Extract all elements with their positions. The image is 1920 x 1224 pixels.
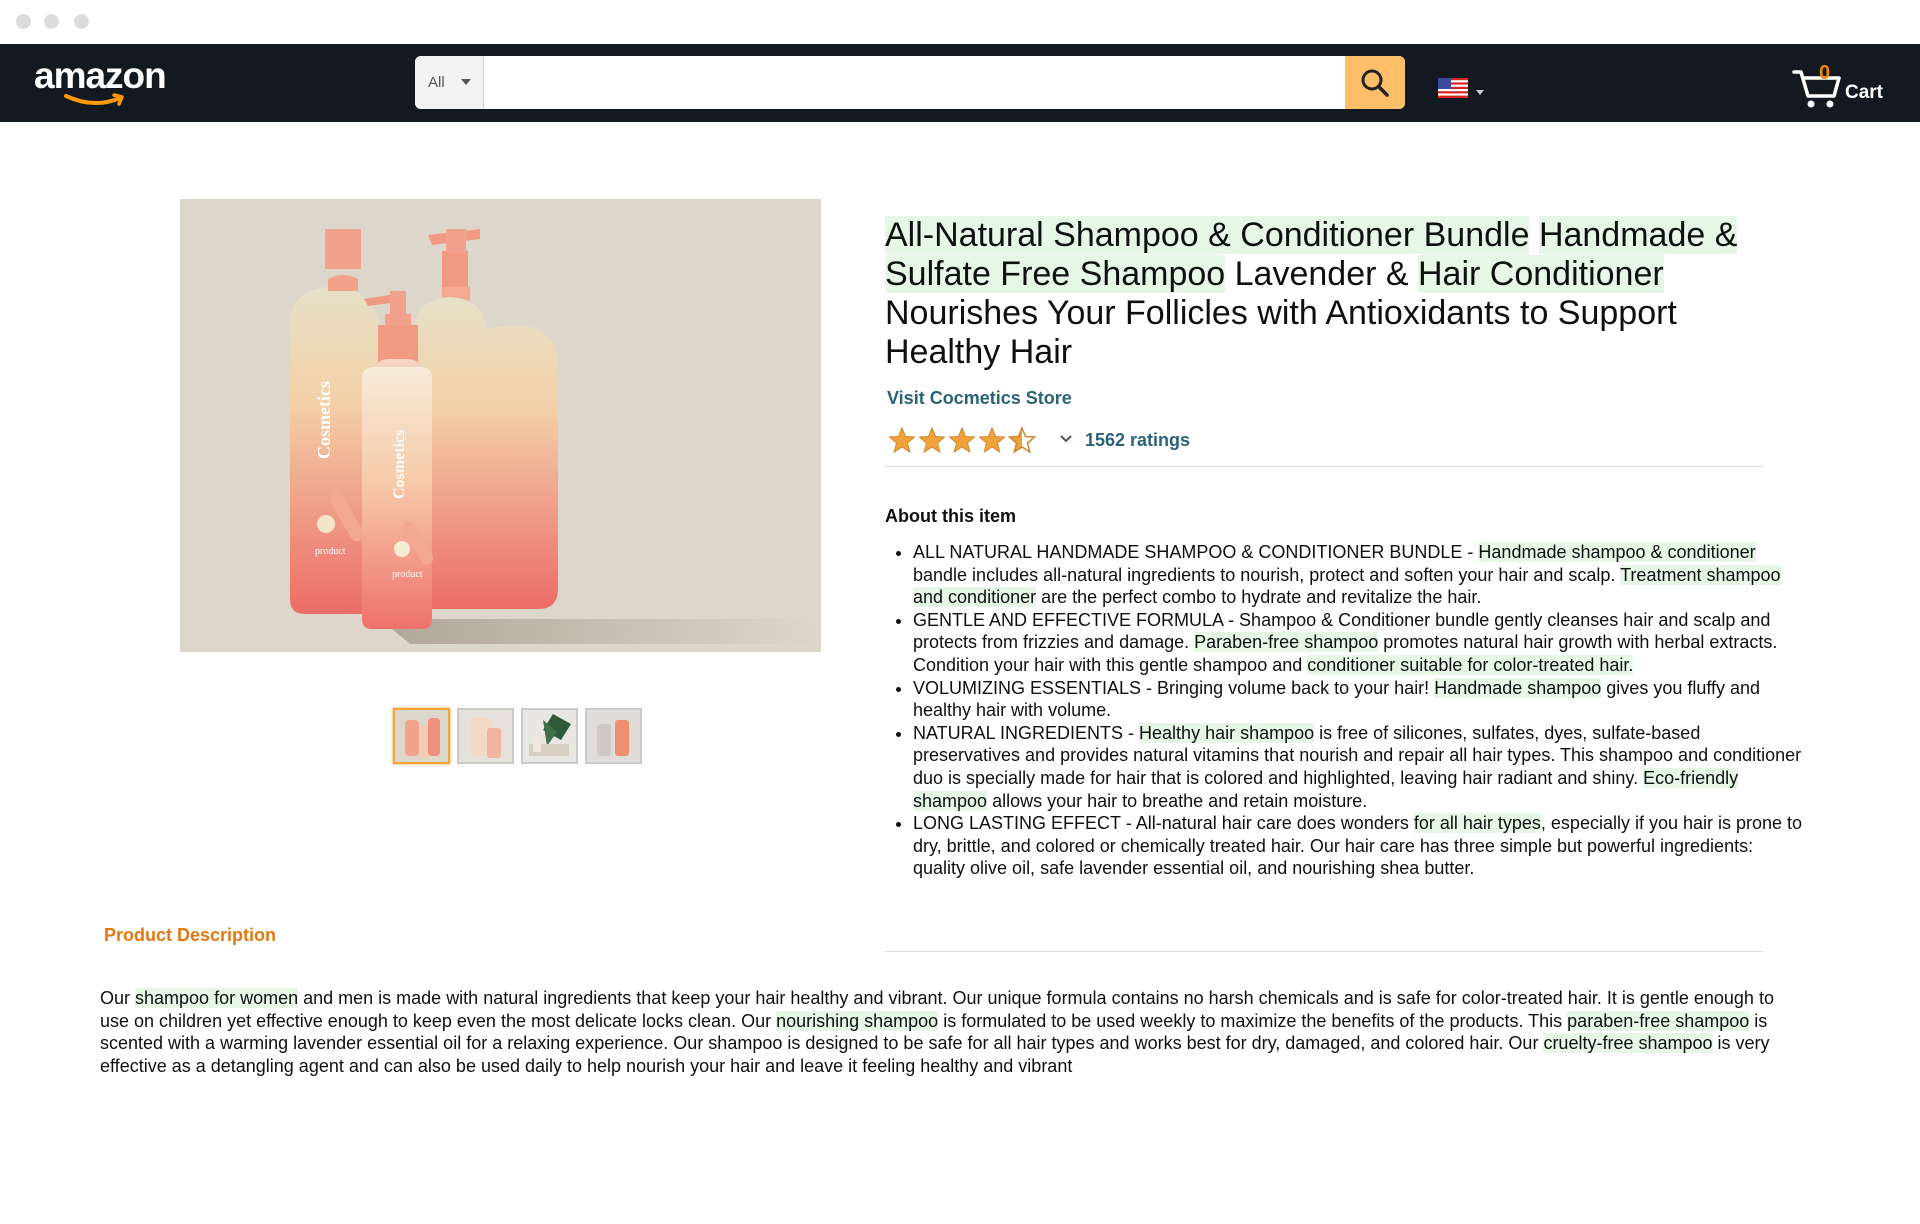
logo-text: amazon bbox=[34, 55, 167, 96]
product-main-image[interactable]: Cosmetics product Cosmetics product bbox=[180, 199, 821, 652]
top-nav-bar: amazon All 0 Cart bbox=[0, 44, 1920, 122]
window-maximize-button[interactable] bbox=[74, 14, 89, 29]
cart-label: Cart bbox=[1845, 82, 1884, 103]
title-text: Lavender & bbox=[1225, 255, 1418, 293]
list-item: ALL NATURAL HANDMADE SHAMPOO & CONDITION… bbox=[913, 541, 1810, 609]
bottle-label-text: product bbox=[315, 546, 346, 557]
visit-store-link[interactable]: Visit Cocmetics Store bbox=[887, 388, 1072, 409]
ratings-count-link[interactable]: 1562 ratings bbox=[1085, 430, 1190, 451]
thumbnail-1[interactable] bbox=[393, 708, 450, 764]
cart-count: 0 bbox=[1819, 62, 1831, 84]
us-flag-icon bbox=[1438, 78, 1468, 98]
title-text bbox=[1529, 216, 1538, 254]
cart-icon bbox=[1792, 70, 1841, 108]
title-highlight: Hair Conditioner bbox=[1418, 255, 1664, 293]
product-description-text: Our shampoo for women and men is made wi… bbox=[100, 988, 1774, 1076]
title-highlight: All-Natural Shampoo & Conditioner Bundle bbox=[885, 216, 1530, 254]
logo-smile-icon bbox=[64, 93, 124, 106]
caret-down-icon bbox=[461, 79, 471, 85]
list-item: NATURAL INGREDIENTS - Healthy hair shamp… bbox=[913, 722, 1810, 812]
svg-text:product: product bbox=[392, 569, 423, 580]
star-rating-icon[interactable] bbox=[888, 424, 1048, 456]
bottle-brand-text: Cosmetics bbox=[314, 381, 334, 459]
product-description-title: Product Description bbox=[104, 925, 277, 945]
search-input[interactable] bbox=[484, 56, 1334, 109]
list-item: VOLUMIZING ESSENTIALS - Bringing volume … bbox=[913, 677, 1810, 722]
product-photo: Cosmetics product Cosmetics product bbox=[289, 229, 820, 644]
thumbnail-3[interactable] bbox=[521, 708, 578, 764]
thumbnail-4[interactable] bbox=[585, 708, 642, 764]
chevron-down-icon[interactable] bbox=[1058, 430, 1074, 446]
caret-down-icon bbox=[1476, 90, 1484, 95]
cart-button[interactable]: 0 Cart bbox=[1792, 62, 1892, 110]
search-bar: All bbox=[415, 56, 1405, 109]
svg-text:Cosmetics: Cosmetics bbox=[391, 430, 408, 499]
window-close-button[interactable] bbox=[16, 14, 31, 29]
divider bbox=[885, 951, 1763, 952]
about-bullet-list: ALL NATURAL HANDMADE SHAMPOO & CONDITION… bbox=[885, 541, 1810, 880]
search-category-label: All bbox=[428, 74, 445, 91]
amazon-logo[interactable]: amazon bbox=[34, 55, 174, 111]
list-item: LONG LASTING EFFECT - All-natural hair c… bbox=[913, 812, 1810, 880]
window-titlebar bbox=[0, 0, 1920, 44]
search-category-dropdown[interactable]: All bbox=[415, 56, 484, 109]
title-text: Nourishes Your Follicles with Antioxidan… bbox=[885, 294, 1677, 371]
window-minimize-button[interactable] bbox=[44, 14, 59, 29]
list-item: GENTLE AND EFFECTIVE FORMULA - Shampoo &… bbox=[913, 609, 1810, 677]
product-title: All-Natural Shampoo & Conditioner Bundle… bbox=[885, 216, 1765, 372]
about-item-title: About this item bbox=[885, 506, 1016, 526]
search-button[interactable] bbox=[1345, 56, 1405, 109]
search-icon bbox=[1361, 69, 1389, 97]
divider bbox=[885, 466, 1763, 467]
thumbnail-2[interactable] bbox=[457, 708, 514, 764]
